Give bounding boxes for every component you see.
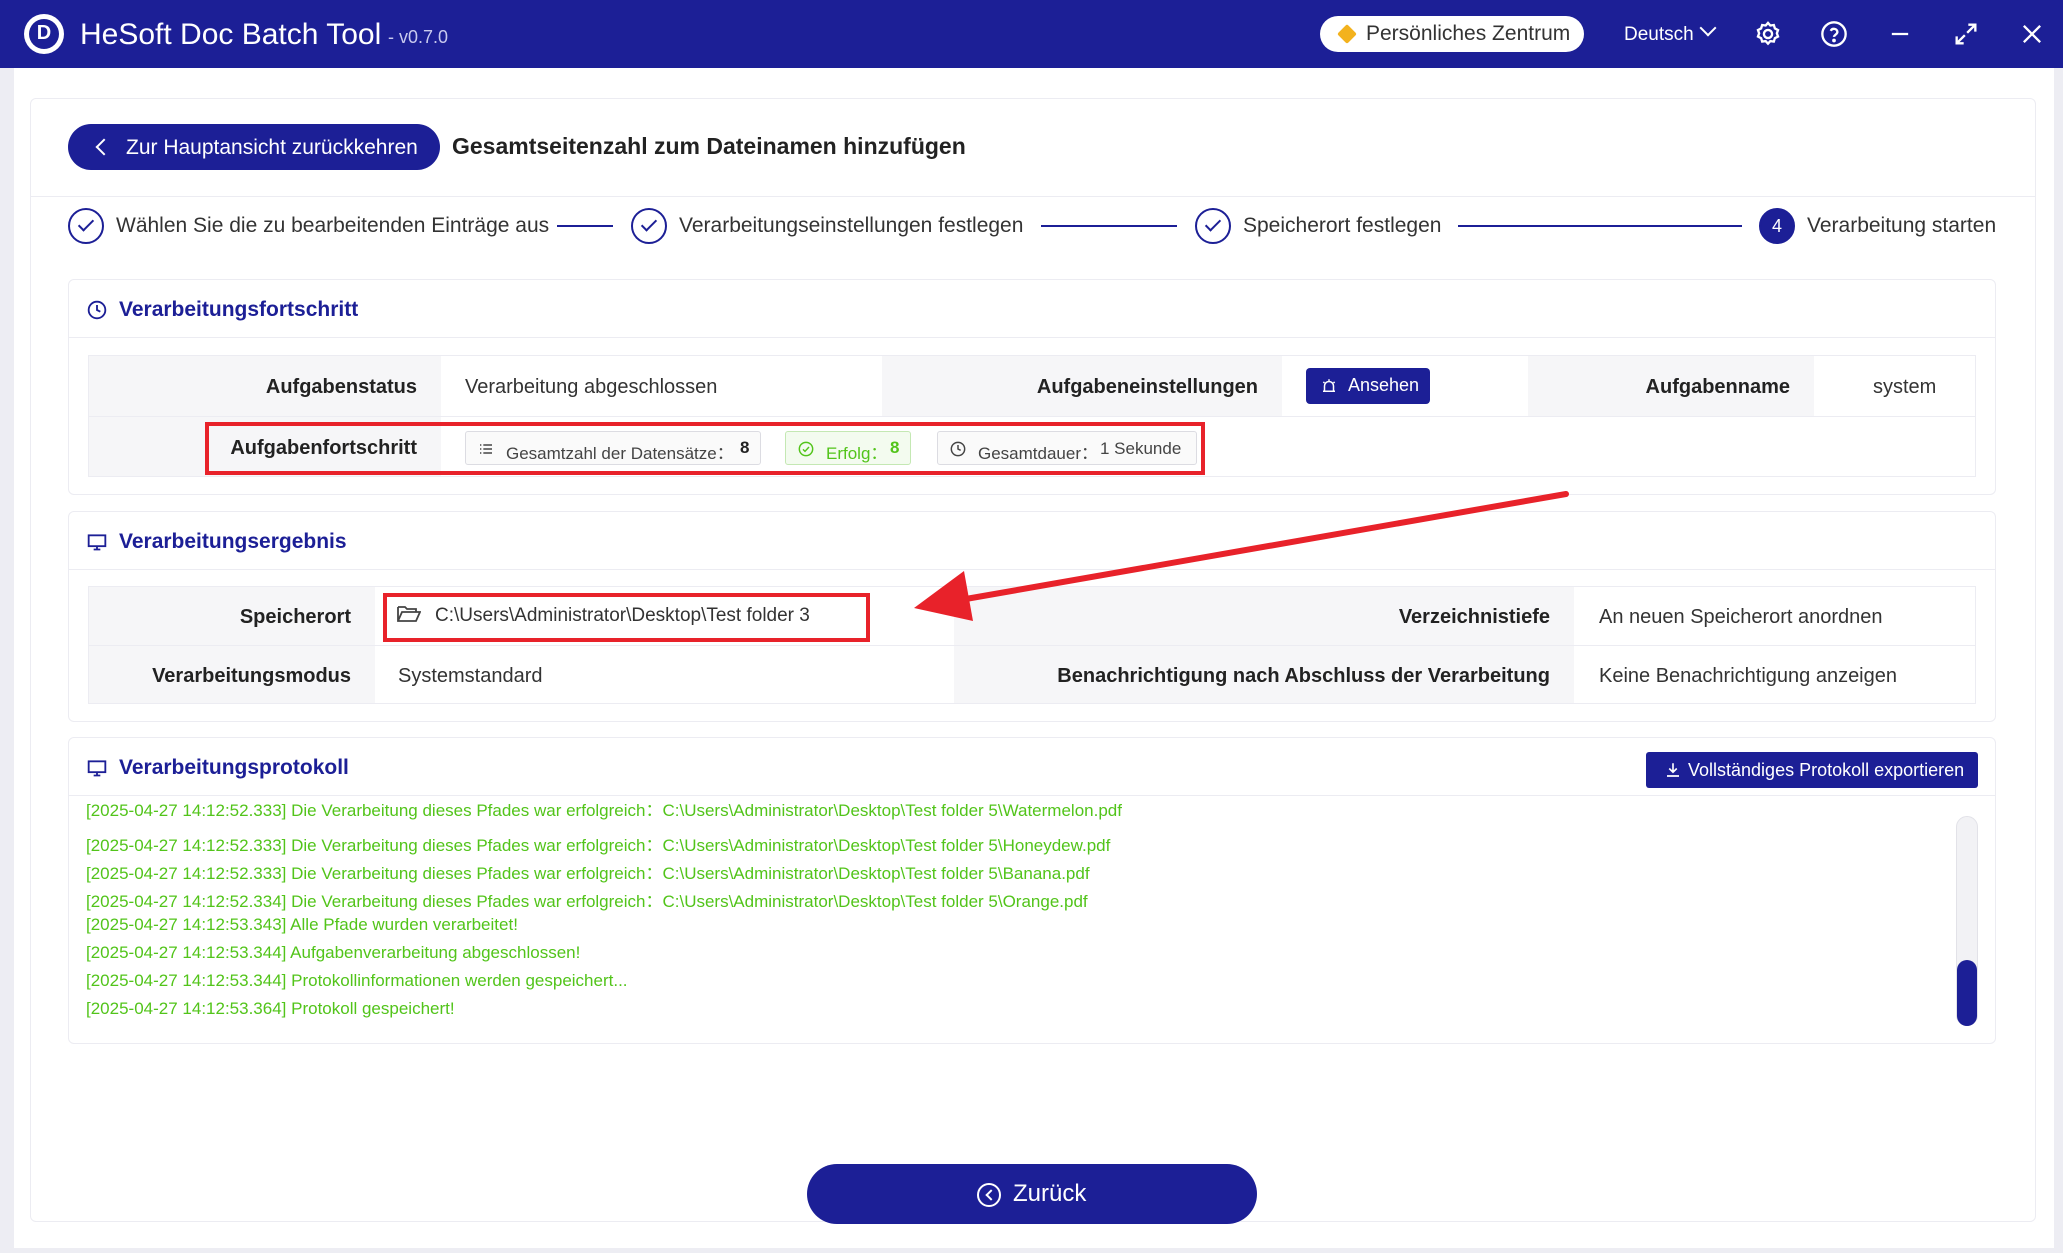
app-title: HeSoft Doc Batch Tool [80, 18, 382, 51]
personal-center-label: Persönliches Zentrum [1366, 22, 1571, 45]
mode-value: Systemstandard [398, 665, 543, 687]
header-divider [31, 196, 2035, 197]
step-connector [1041, 225, 1177, 227]
view-settings-label: Ansehen [1348, 375, 1420, 395]
back-to-main-button[interactable]: Zur Hauptansicht zurückkehren [68, 124, 440, 170]
task-name-label: Aufgabenname [1528, 356, 1814, 416]
clock-icon [87, 300, 107, 320]
maximize-icon[interactable] [1952, 20, 1980, 48]
personal-center-button[interactable]: Persönliches Zentrum [1320, 16, 1584, 52]
location-label: Speicherort [89, 587, 375, 645]
step-3-check-icon [1195, 208, 1231, 244]
step-4-number: 4 [1759, 208, 1795, 244]
depth-value: An neuen Speicherort anordnen [1599, 606, 1883, 628]
export-log-button[interactable]: Vollständiges Protokoll exportieren [1646, 752, 1978, 788]
log-line: [2025-04-27 14:12:52.333] Die Verarbeitu… [86, 864, 1090, 883]
task-settings-label: Aufgabeneinstellungen [882, 356, 1282, 416]
step-connector [557, 225, 613, 227]
notify-label: Benachrichtigung nach Abschluss der Vera… [954, 646, 1574, 703]
chevron-down-icon[interactable] [1699, 19, 1717, 37]
result-title: Verarbeitungsergebnis [119, 530, 347, 553]
notify-value: Keine Benachrichtigung anzeigen [1599, 665, 1897, 687]
depth-label: Verzeichnistiefe [954, 587, 1574, 645]
progress-title: Verarbeitungsfortschritt [119, 298, 359, 321]
step-connector [1458, 225, 1742, 227]
monitor-icon [87, 760, 107, 777]
mode-label: Verarbeitungsmodus [89, 646, 375, 703]
minimize-icon[interactable] [1886, 20, 1914, 48]
step-1-label: Wählen Sie die zu bearbeitenden Einträge… [116, 214, 550, 237]
step-2-check-icon [631, 208, 667, 244]
back-circle-icon [977, 1183, 1001, 1207]
close-icon[interactable] [2018, 20, 2046, 48]
log-line: [2025-04-27 14:12:53.364] Protokoll gesp… [86, 999, 455, 1018]
highlight-box [205, 422, 1205, 475]
log-line: [2025-04-27 14:12:53.344] Protokollinfor… [86, 971, 628, 990]
page-title: Gesamtseitenzahl zum Dateinamen hinzufüg… [452, 133, 966, 159]
log-output: [2025-04-27 14:12:52.333] Die Verarbeitu… [86, 800, 1946, 1030]
back-button[interactable]: Zurück [807, 1164, 1257, 1224]
app-logo: D [24, 14, 64, 54]
monitor-icon [87, 534, 107, 551]
back-button-label: Zurück [1013, 1180, 1087, 1207]
log-line: [2025-04-27 14:12:52.333] Die Verarbeitu… [86, 801, 1122, 820]
title-bar: D HeSoft Doc Batch Tool - v0.7.0 Persönl… [0, 0, 2063, 68]
log-scrollbar-thumb[interactable] [1957, 960, 1977, 1026]
alarm-icon [1322, 379, 1336, 392]
step-3-label: Speicherort festlegen [1243, 214, 1442, 237]
view-settings-button[interactable]: Ansehen [1306, 368, 1430, 404]
step-1-check-icon [68, 208, 104, 244]
highlight-box [383, 593, 870, 642]
help-icon[interactable] [1820, 20, 1848, 48]
app-version: - v0.7.0 [388, 27, 449, 47]
result-card-header: Verarbeitungsergebnis [69, 512, 1995, 570]
progress-card-header: Verarbeitungsfortschritt [69, 280, 1995, 338]
download-icon [1667, 763, 1679, 777]
log-line: [2025-04-27 14:12:53.344] Aufgabenverarb… [86, 943, 581, 962]
step-2-label: Verarbeitungseinstellungen festlegen [679, 214, 1024, 237]
task-status-label: Aufgabenstatus [89, 356, 441, 416]
log-line: [2025-04-27 14:12:52.334] Die Verarbeitu… [86, 892, 1088, 911]
back-to-main-label: Zur Hauptansicht zurückkehren [126, 136, 418, 159]
export-log-label: Vollständiges Protokoll exportieren [1688, 760, 1965, 780]
language-select[interactable]: Deutsch [1624, 24, 1694, 46]
diamond-icon [1337, 24, 1357, 44]
chevron-left-icon [95, 138, 113, 156]
log-line: [2025-04-27 14:12:53.343] Alle Pfade wur… [86, 915, 518, 934]
step-4-label: Verarbeitung starten [1807, 214, 1997, 237]
log-line: [2025-04-27 14:12:52.333] Die Verarbeitu… [86, 836, 1111, 855]
task-status-value: Verarbeitung abgeschlossen [465, 376, 718, 398]
log-title: Verarbeitungsprotokoll [119, 756, 349, 779]
task-name-value: system [1873, 376, 1937, 398]
gear-icon[interactable] [1754, 20, 1782, 48]
